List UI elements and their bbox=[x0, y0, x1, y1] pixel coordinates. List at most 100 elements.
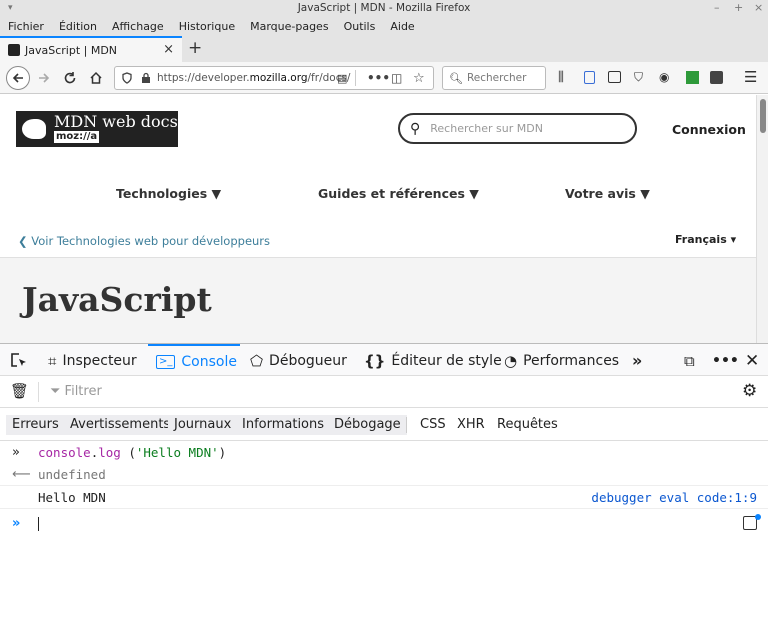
urlbar-separator bbox=[355, 70, 356, 86]
navigation-toolbar: https://developer.mozilla.org/fr/docs/ ▤… bbox=[0, 62, 768, 94]
library-icon[interactable]: ⫼ bbox=[558, 70, 564, 85]
menu-fichier[interactable]: Fichier bbox=[8, 20, 44, 33]
tracking-shield-icon[interactable] bbox=[121, 72, 133, 84]
console-result-message: ⟵ undefined bbox=[0, 464, 768, 486]
mdn-logo[interactable]: MDN web docs moz://a bbox=[16, 111, 178, 147]
maximize-button[interactable]: + bbox=[734, 0, 743, 16]
new-tab-button[interactable]: + bbox=[188, 38, 202, 58]
prompt-chevron-icon: » bbox=[12, 516, 21, 531]
url-text: https://developer.mozilla.org/fr/docs/ bbox=[157, 72, 351, 84]
tab-console[interactable]: >_ Console bbox=[148, 344, 240, 377]
search-icon: ⚲ bbox=[410, 120, 421, 137]
language-selector[interactable]: Français ▾ bbox=[675, 233, 736, 246]
tab-inspector[interactable]: ⌗ Inspecteur bbox=[48, 344, 137, 377]
filter-requests[interactable]: Requêtes bbox=[491, 415, 564, 435]
menu-aide[interactable]: Aide bbox=[390, 20, 414, 33]
filter-debug[interactable]: Débogage bbox=[328, 415, 407, 435]
pocket-icon[interactable]: ◫ bbox=[391, 71, 402, 85]
menu-marque-pages[interactable]: Marque-pages bbox=[250, 20, 328, 33]
minimize-button[interactable]: – bbox=[714, 0, 720, 16]
breadcrumb-link[interactable]: ❮ Voir Technologies web pour développeur… bbox=[18, 234, 270, 248]
console-input-message: » console.log ('Hello MDN') bbox=[0, 442, 768, 464]
filter-css[interactable]: CSS bbox=[414, 415, 452, 435]
menu-edition[interactable]: Édition bbox=[59, 20, 97, 33]
more-tools-button[interactable]: » bbox=[632, 344, 642, 377]
close-icon: ✕ bbox=[745, 350, 760, 371]
scrollbar-thumb[interactable] bbox=[760, 99, 766, 133]
arrow-right-icon bbox=[39, 73, 50, 83]
account-icon[interactable]: ◉ bbox=[659, 70, 669, 84]
page-scrollbar[interactable] bbox=[756, 95, 768, 343]
filter-logs[interactable]: Journaux bbox=[168, 415, 238, 435]
category-separator bbox=[406, 417, 407, 433]
console-input-line[interactable]: » bbox=[0, 512, 768, 536]
dock-button[interactable]: ⧉ bbox=[684, 344, 695, 377]
menu-historique[interactable]: Historique bbox=[179, 20, 235, 33]
filter-input[interactable]: ⏷ Filtrer bbox=[48, 383, 348, 401]
devtools-menu-button[interactable]: ••• bbox=[712, 344, 739, 377]
menu-bar: Fichier Édition Affichage Historique Mar… bbox=[0, 16, 768, 36]
url-bar[interactable]: https://developer.mozilla.org/fr/docs/ ▤… bbox=[114, 66, 434, 90]
nav-guides[interactable]: Guides et références ▼ bbox=[318, 186, 479, 201]
search-placeholder: Rechercher bbox=[466, 72, 527, 84]
console-empty-area[interactable] bbox=[0, 539, 768, 639]
console-log-message: Hello MDN debugger eval code:1:9 bbox=[0, 487, 768, 509]
close-window-button[interactable]: × bbox=[754, 0, 763, 16]
forward-button[interactable] bbox=[34, 68, 54, 88]
filter-warnings[interactable]: Avertissements bbox=[64, 415, 177, 435]
search-bar[interactable]: 🔍︎ Rechercher bbox=[442, 66, 546, 90]
tab-debugger[interactable]: ⬠ Débogueur bbox=[250, 344, 347, 377]
message-location-link[interactable]: debugger eval code:1:9 bbox=[591, 487, 757, 509]
bookmark-star-icon[interactable]: ☆ bbox=[413, 71, 425, 86]
tab-performance[interactable]: ◔ Performances bbox=[504, 344, 619, 377]
sidebar-icon[interactable] bbox=[608, 71, 621, 83]
log-output: Hello MDN bbox=[38, 490, 106, 505]
login-link[interactable]: Connexion bbox=[672, 122, 746, 137]
nav-technologies[interactable]: Technologies ▼ bbox=[116, 186, 221, 201]
console-category-bar: Erreurs Avertissements Journaux Informat… bbox=[0, 409, 768, 441]
inspector-icon: ⌗ bbox=[48, 351, 57, 370]
element-picker-button[interactable] bbox=[10, 344, 28, 377]
tab-style-editor[interactable]: {} Éditeur de style bbox=[364, 344, 502, 377]
lock-icon[interactable] bbox=[141, 72, 151, 84]
menu-affichage[interactable]: Affichage bbox=[112, 20, 164, 33]
nav-feedback[interactable]: Votre avis ▼ bbox=[565, 186, 650, 201]
filter-info[interactable]: Informations bbox=[236, 415, 331, 435]
filter-errors[interactable]: Erreurs bbox=[6, 415, 65, 435]
web-content: MDN web docs moz://a ⚲ Rechercher sur MD… bbox=[0, 95, 756, 343]
hamburger-menu-icon[interactable]: ☰ bbox=[744, 68, 757, 86]
home-button[interactable] bbox=[86, 68, 106, 88]
element-picker-icon bbox=[11, 352, 26, 367]
dock-side-icon: ⧉ bbox=[684, 351, 695, 370]
search-engine-icon: 🔍︎ bbox=[449, 71, 463, 85]
window-menu-chevron-icon[interactable]: ▾ bbox=[8, 0, 13, 16]
console-settings-gear-icon[interactable]: ⚙ bbox=[742, 381, 757, 401]
page-icon[interactable] bbox=[584, 71, 595, 84]
close-devtools-button[interactable]: ✕ bbox=[745, 344, 759, 377]
reader-view-icon[interactable]: ▤ bbox=[337, 72, 347, 85]
menu-outils[interactable]: Outils bbox=[344, 20, 376, 33]
filter-xhr[interactable]: XHR bbox=[451, 415, 491, 435]
window-titlebar: ▾ JavaScript | MDN - Mozilla Firefox – +… bbox=[0, 0, 768, 16]
extension-dark-icon[interactable] bbox=[710, 71, 723, 84]
extension-green-icon[interactable] bbox=[686, 71, 699, 84]
debugger-icon: ⬠ bbox=[250, 351, 264, 370]
logo-title: MDN web docs bbox=[54, 112, 178, 131]
back-button[interactable] bbox=[6, 66, 30, 90]
style-editor-icon: {} bbox=[364, 351, 386, 370]
page-actions-icon[interactable]: ••• bbox=[367, 71, 390, 85]
close-tab-icon[interactable]: × bbox=[163, 42, 174, 57]
console-input-cursor[interactable] bbox=[38, 517, 39, 531]
console-filter-bar: 🗑︎ ⏷ Filtrer ⚙ bbox=[0, 376, 768, 408]
clear-console-icon[interactable]: 🗑︎ bbox=[10, 382, 29, 400]
console-icon: >_ bbox=[156, 354, 176, 369]
tab-title: JavaScript | MDN bbox=[25, 43, 118, 57]
funnel-icon: ⏷ bbox=[50, 384, 61, 399]
reload-button[interactable] bbox=[60, 68, 80, 88]
logo-subtitle: moz://a bbox=[54, 131, 100, 143]
page-hero: JavaScript bbox=[0, 257, 756, 343]
filter-separator bbox=[38, 382, 39, 402]
ublock-shield-icon[interactable]: ⛉ bbox=[634, 70, 643, 85]
mdn-search-input[interactable]: ⚲ Rechercher sur MDN bbox=[398, 113, 637, 144]
tab-javascript-mdn[interactable]: JavaScript | MDN × bbox=[0, 36, 182, 62]
